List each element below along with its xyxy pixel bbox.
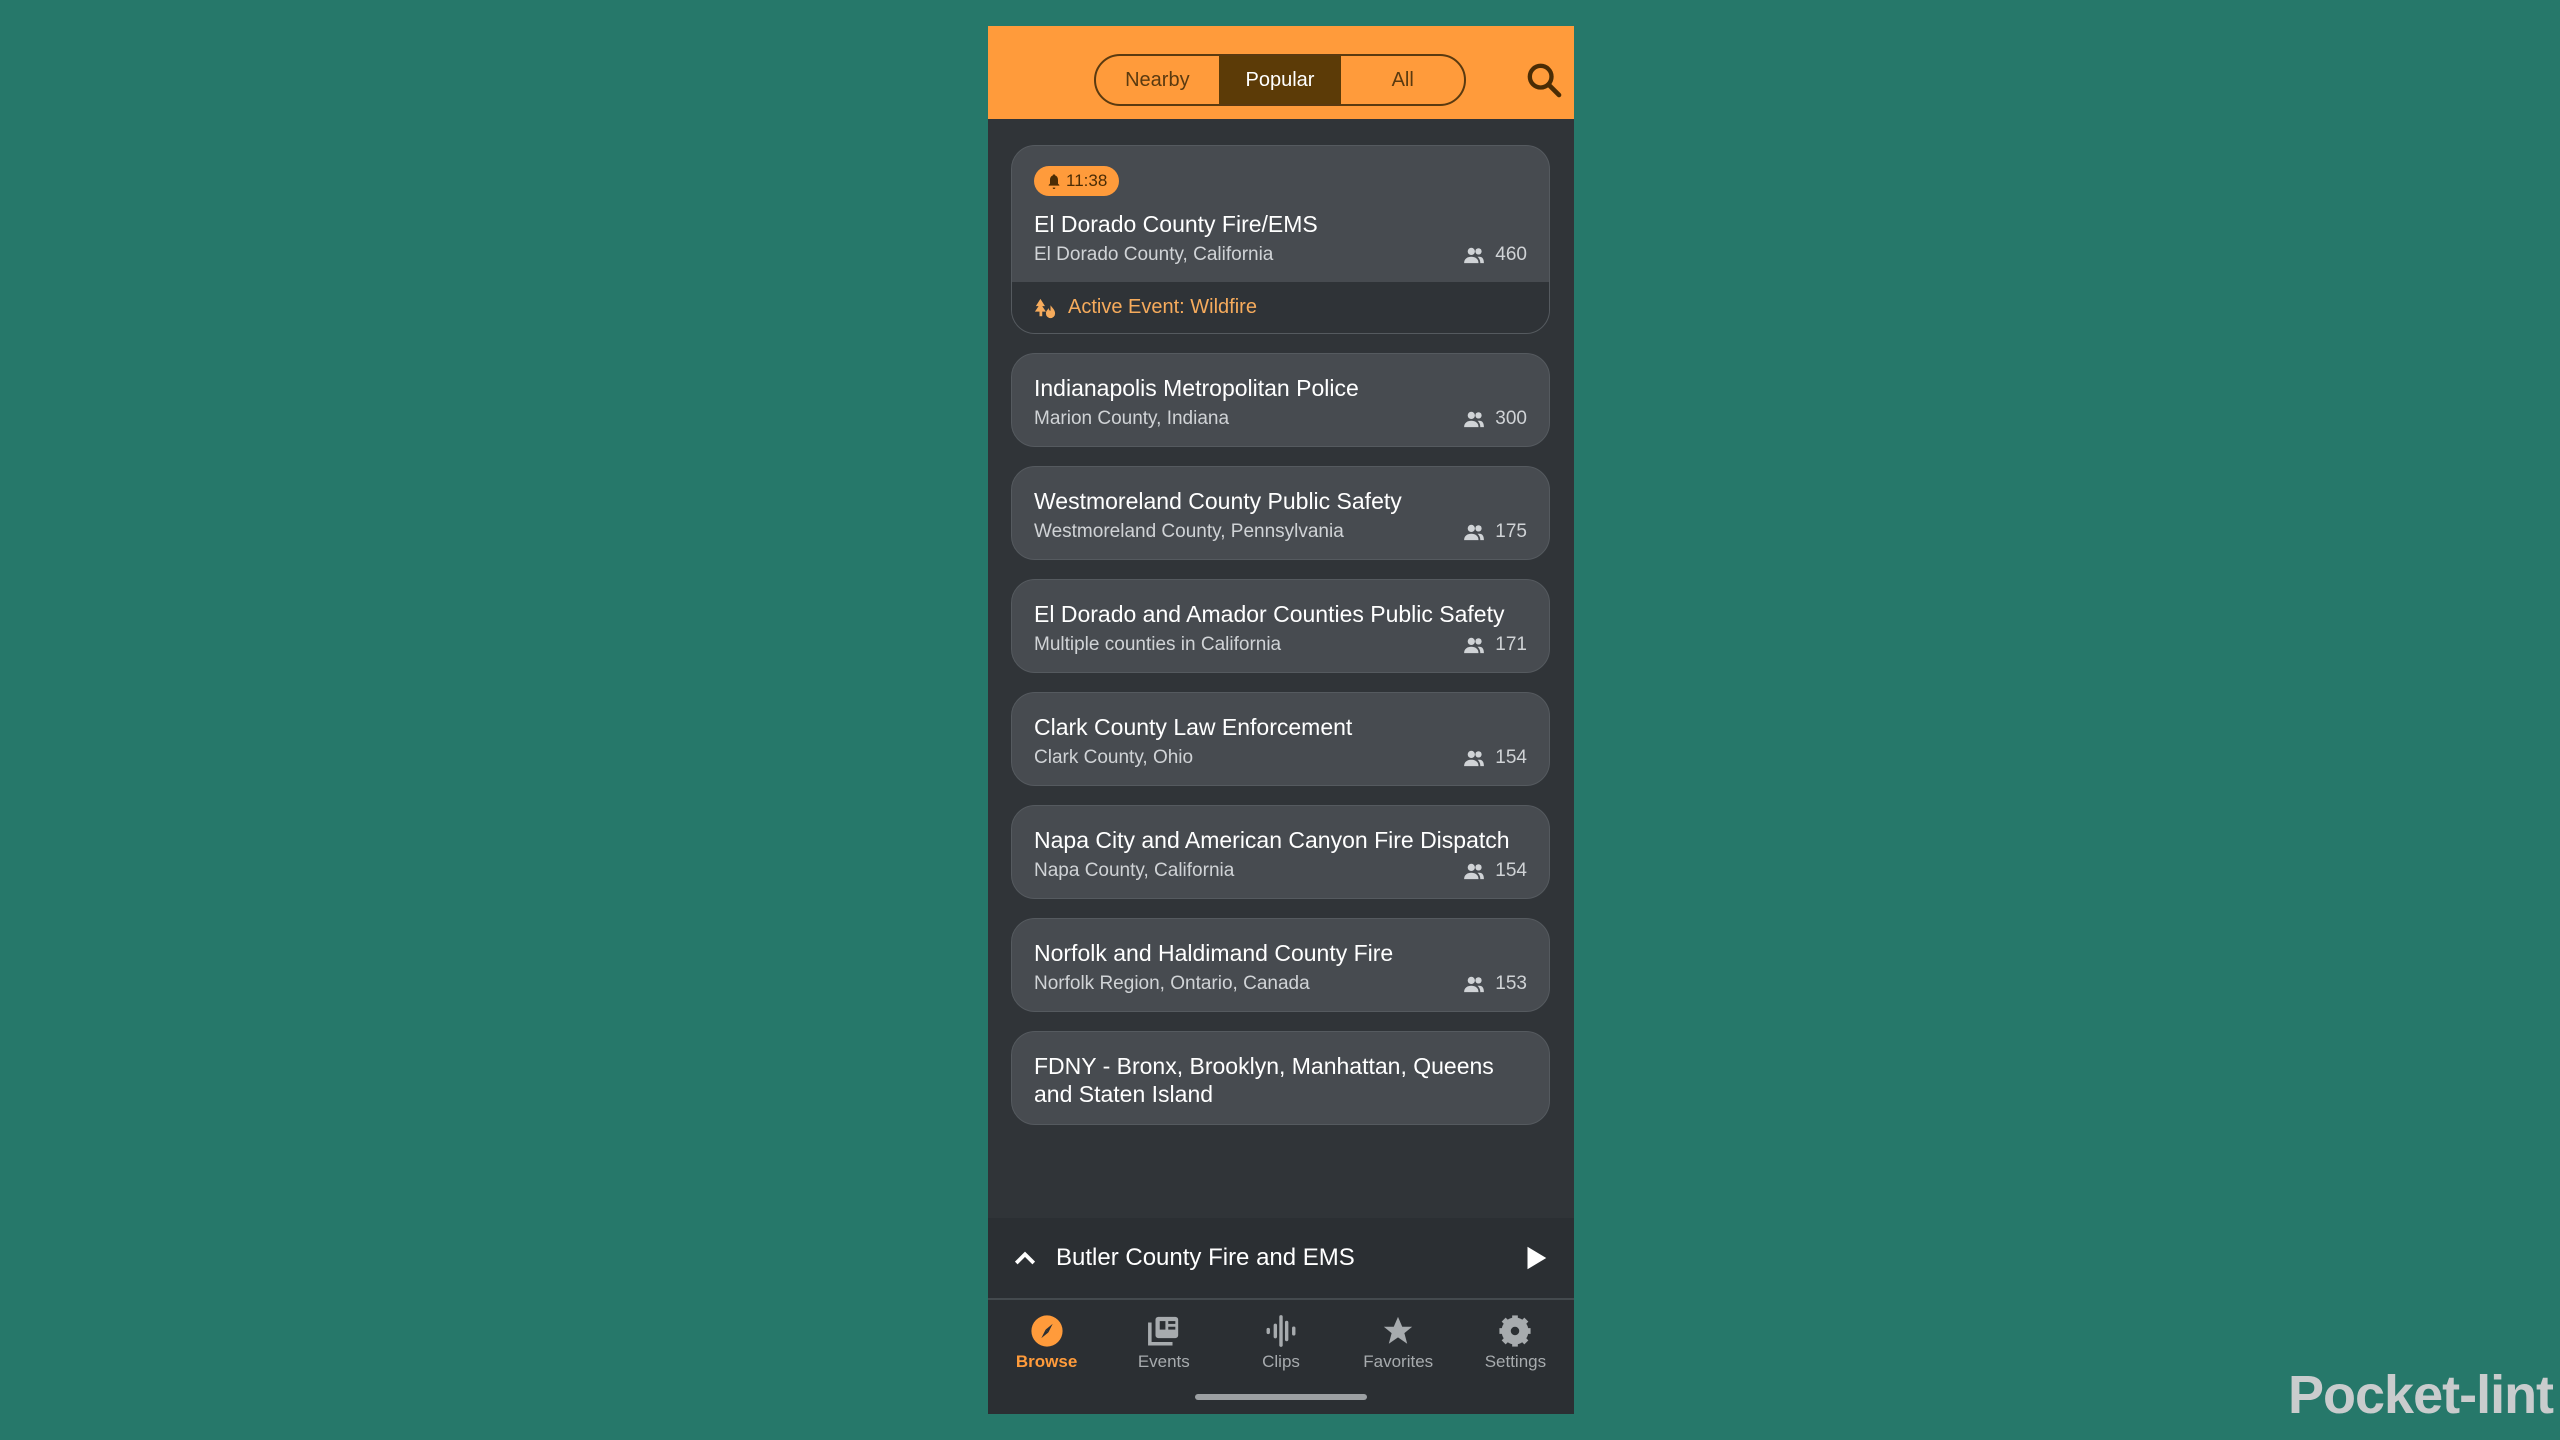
nav-label: Settings: [1484, 1352, 1547, 1371]
feed-title: Westmoreland County Public Safety: [1034, 488, 1402, 514]
listener-count: 300: [1495, 408, 1527, 429]
feed-location: Westmoreland County, Pennsylvania: [1034, 521, 1344, 542]
wildfire-icon: [1034, 298, 1056, 318]
listeners-icon: [1464, 976, 1485, 993]
feed-card[interactable]: El Dorado and Amador Counties Public Saf…: [1011, 579, 1550, 673]
play-icon[interactable]: [1520, 1243, 1550, 1273]
feed-title: Indianapolis Metropolitan Police: [1034, 375, 1359, 401]
listener-count: 460: [1495, 244, 1527, 265]
active-event-label: Active Event: Wildfire: [1068, 296, 1257, 318]
tab-popular[interactable]: Popular: [1218, 56, 1342, 104]
top-bar: Nearby Popular All: [988, 26, 1574, 119]
star-icon: [1384, 1316, 1413, 1344]
feed-card[interactable]: Norfolk and Haldimand County Fire Norfolk…: [1011, 918, 1550, 1012]
listeners-icon: [1464, 863, 1485, 880]
chevron-up-icon[interactable]: [1010, 1243, 1040, 1273]
nav-label: Events: [1137, 1352, 1190, 1371]
listener-count: 171: [1495, 634, 1527, 655]
phone-screen: Nearby Popular All 11:38 El Dorado Count…: [988, 26, 1574, 1414]
nav-label: Favorites: [1363, 1352, 1434, 1371]
feed-location: Napa County, California: [1034, 860, 1235, 881]
listeners-icon: [1464, 750, 1485, 767]
feed-card[interactable]: 11:38 El Dorado County Fire/EMS El Dorad…: [1011, 145, 1550, 334]
home-indicator: [1195, 1394, 1367, 1400]
listeners-icon: [1464, 247, 1485, 264]
feed-location: El Dorado County, California: [1034, 244, 1274, 265]
alert-time: 11:38: [1066, 171, 1108, 190]
feed-title: Napa City and American Canyon Fire Dispa…: [1034, 827, 1510, 853]
listener-count: 154: [1495, 747, 1527, 768]
feed-card[interactable]: Napa City and American Canyon Fire Dispa…: [1011, 805, 1550, 899]
listeners-icon: [1464, 411, 1485, 428]
now-playing-title: Butler County Fire and EMS: [1056, 1244, 1355, 1271]
active-event-banner[interactable]: Active Event: Wildfire: [1012, 282, 1549, 333]
tab-nearby[interactable]: Nearby: [1096, 56, 1219, 104]
feed-location: Norfolk Region, Ontario, Canada: [1034, 973, 1310, 994]
nav-settings[interactable]: Settings: [1457, 1300, 1574, 1414]
feed-card[interactable]: FDNY - Bronx, Brooklyn, Manhattan, Queen…: [1011, 1031, 1550, 1125]
feed-filter-segmented-control: Nearby Popular All: [1094, 54, 1466, 106]
feed-title: Norfolk and Haldimand County Fire: [1034, 940, 1394, 966]
listeners-icon: [1464, 524, 1485, 541]
feed-title: FDNY - Bronx, Brooklyn, Manhattan, Queen…: [1034, 1053, 1494, 1107]
nav-label: Browse: [1015, 1352, 1078, 1371]
audio-wave-icon: [1266, 1315, 1296, 1347]
feed-location: Marion County, Indiana: [1034, 408, 1230, 429]
feed-location: Clark County, Ohio: [1034, 747, 1194, 768]
listener-count: 154: [1495, 860, 1527, 881]
listener-count: 153: [1495, 973, 1527, 994]
listeners-icon: [1464, 637, 1485, 654]
feed-list: 11:38 El Dorado County Fire/EMS El Dorad…: [1011, 145, 1550, 1125]
nav-label: Clips: [1262, 1352, 1300, 1371]
tab-all[interactable]: All: [1341, 56, 1464, 104]
feed-card[interactable]: Clark County Law Enforcement Clark County…: [1011, 692, 1550, 786]
pocketlint-watermark: Pocket-lint: [2288, 1365, 2554, 1425]
alert-badge: 11:38: [1034, 166, 1120, 196]
feed-title: Clark County Law Enforcement: [1034, 714, 1353, 740]
search-icon[interactable]: [1524, 60, 1564, 100]
listener-count: 175: [1495, 521, 1527, 542]
feed-card[interactable]: Westmoreland County Public Safety Westmor…: [1011, 466, 1550, 560]
events-icon: [1147, 1316, 1178, 1346]
feed-title: El Dorado County Fire/EMS: [1034, 211, 1318, 237]
gear-icon: [1499, 1315, 1531, 1347]
bell-icon: [1048, 174, 1060, 189]
feed-title: El Dorado and Amador Counties Public Saf…: [1034, 601, 1505, 627]
nav-browse[interactable]: Browse: [988, 1300, 1105, 1414]
feed-location: Multiple counties in California: [1034, 634, 1282, 655]
now-playing-bar[interactable]: Butler County Fire and EMS: [988, 1218, 1574, 1300]
compass-icon: [1031, 1315, 1063, 1347]
feed-card[interactable]: Indianapolis Metropolitan Police Marion C…: [1011, 353, 1550, 447]
